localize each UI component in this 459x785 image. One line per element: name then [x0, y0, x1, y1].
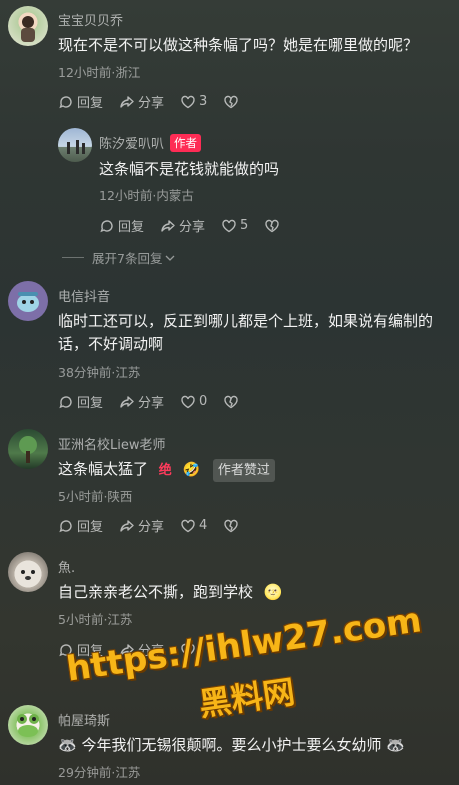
comment-text-body: 这条幅太猛了 [58, 460, 149, 478]
share-icon [120, 519, 134, 532]
comment-section: { "comments": [ { "user": "宝宝贝贝乔", "text… [0, 0, 459, 785]
avatar[interactable] [8, 6, 48, 46]
author-liked-badge: 作者赞过 [212, 459, 275, 482]
share-label: 分享 [138, 396, 165, 411]
expand-replies-label: 展开7条回复 [92, 251, 163, 266]
like-button[interactable]: 5 [221, 218, 248, 234]
share-label: 分享 [179, 220, 206, 235]
share-button[interactable]: 分享 [119, 392, 164, 411]
reply-button[interactable]: 回复 [58, 392, 103, 411]
share-button[interactable]: 分享 [119, 516, 164, 535]
reply-label: 回复 [118, 220, 145, 235]
username-text: 陈汐爱叭叭 [99, 137, 165, 152]
watermark-name: 黑料网 [196, 672, 298, 724]
like-count: 3 [199, 94, 208, 109]
broken-heart-icon [265, 219, 280, 232]
avatar[interactable] [8, 552, 48, 592]
share-icon [120, 95, 134, 108]
like-button[interactable]: 0 [180, 394, 207, 410]
dislike-button[interactable] [223, 94, 239, 110]
like-count: 5 [240, 218, 249, 233]
comment-meta: 12小时前·浙江 [58, 65, 141, 80]
username[interactable]: 魚. [58, 557, 75, 576]
avatar[interactable] [58, 128, 92, 162]
username[interactable]: 宝宝贝贝乔 [58, 10, 123, 29]
comment-meta: 5小时前·江苏 [58, 612, 133, 627]
reply-label: 回复 [77, 520, 104, 535]
raccoon-emoji: 🦝 [58, 736, 77, 754]
laughing-emoji: 🤣 [182, 462, 201, 478]
username[interactable]: 陈汐爱叭叭 作者 [99, 133, 202, 152]
comment-text: 🦝 今年我们无锡很颠啊。要么小护士要么女幼师 🦝 [58, 734, 454, 757]
avatar-tree-icon [19, 436, 37, 463]
comment-actions: 回复 分享 4 [58, 516, 255, 535]
avatar-dog-icon [21, 570, 35, 580]
reply-icon [100, 219, 113, 232]
comment-meta: 38分钟前·江苏 [58, 365, 141, 380]
broken-heart-icon [224, 519, 239, 532]
reply-label: 回复 [77, 96, 104, 111]
reply-button[interactable]: 回复 [58, 92, 103, 111]
avatar-cartoon-icon [17, 292, 39, 312]
share-icon [161, 219, 175, 232]
avatar-figure-icon [21, 16, 35, 42]
comment-text: 这条幅太猛了 绝 🤣 作者赞过 [58, 458, 442, 482]
comment-text: 这条幅不是花钱就能做的吗 [99, 160, 280, 178]
reply-button[interactable]: 回复 [99, 216, 144, 235]
avatar-figure-icon [67, 140, 85, 154]
dislike-button[interactable] [264, 218, 280, 234]
expand-replies-button[interactable]: 展开7条回复 [62, 248, 176, 267]
reply-icon [59, 95, 72, 108]
raccoon-emoji: 🦝 [386, 736, 405, 754]
share-icon [120, 395, 134, 408]
avatar[interactable] [8, 429, 48, 469]
author-badge: 作者 [170, 134, 202, 152]
share-button[interactable]: 分享 [119, 92, 164, 111]
heart-icon [181, 519, 195, 532]
username[interactable]: 亚洲名校Liew老师 [58, 434, 166, 453]
comment-meta: 12小时前·内蒙古 [99, 188, 194, 203]
comment-text-body: 自己亲亲老公不撕，跑到学校 [58, 583, 254, 601]
jue-emoji: 绝 [158, 463, 172, 478]
dislike-button[interactable] [223, 518, 239, 534]
broken-heart-icon [224, 95, 239, 108]
comment-text: 临时工还可以，反正到哪儿都是个上班，如果说有编制的话，不好调动啊 [58, 312, 434, 353]
comment-meta: 5小时前·陕西 [58, 489, 133, 504]
dislike-button[interactable] [223, 394, 239, 410]
share-button[interactable]: 分享 [160, 216, 205, 235]
moon-emoji: 🌝 [263, 583, 283, 601]
comment-meta: 29分钟前·江苏 [58, 765, 141, 780]
like-button[interactable]: 4 [180, 518, 207, 534]
avatar[interactable] [8, 705, 48, 745]
share-label: 分享 [138, 96, 165, 111]
reply-icon [59, 519, 72, 532]
avatar-frog-icon [17, 714, 39, 737]
share-label: 分享 [138, 520, 165, 535]
like-count: 4 [199, 518, 208, 533]
reply-icon [59, 395, 72, 408]
avatar[interactable] [8, 281, 48, 321]
username[interactable]: 帕屋琦斯 [58, 710, 110, 729]
comment-text: 自己亲亲老公不撕，跑到学校 🌝 [58, 581, 442, 604]
comment-actions: 回复 分享 5 [99, 216, 296, 235]
comment-text: 现在不是不可以做这种条幅了吗？她是在哪里做的呢？ [58, 36, 419, 54]
divider [62, 257, 84, 258]
heart-icon [222, 219, 236, 232]
heart-icon [181, 95, 195, 108]
broken-heart-icon [224, 395, 239, 408]
like-count: 0 [199, 394, 208, 409]
reply-button[interactable]: 回复 [58, 516, 103, 535]
chevron-down-icon [165, 255, 175, 261]
username[interactable]: 电信抖音 [58, 286, 110, 305]
reply-label: 回复 [77, 396, 104, 411]
comment-text-body: 今年我们无锡很颠啊。要么小护士要么女幼师 [81, 736, 382, 754]
heart-icon [181, 395, 195, 408]
comment-actions: 回复 分享 0 [58, 392, 255, 411]
like-button[interactable]: 3 [180, 94, 207, 110]
comment-actions: 回复 分享 3 [58, 92, 255, 111]
